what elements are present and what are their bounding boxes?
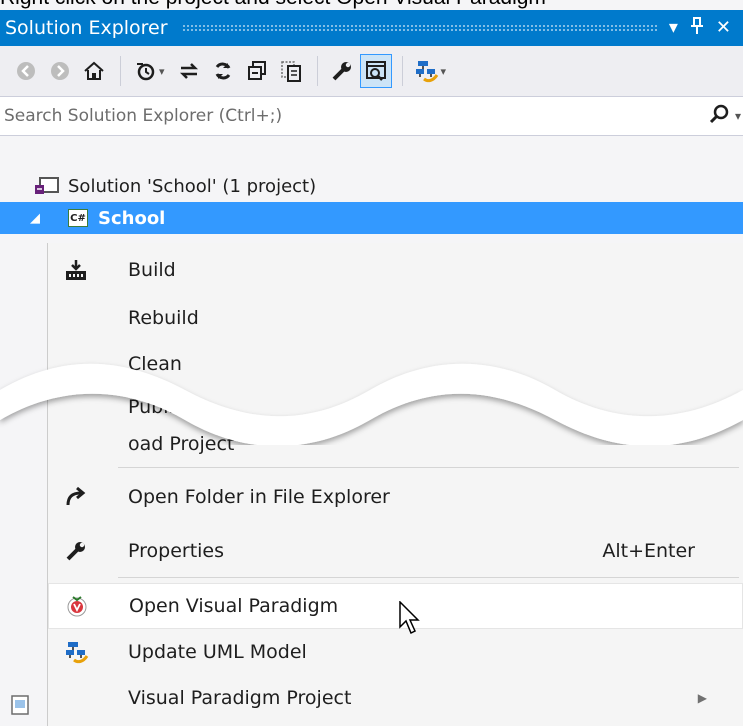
- forward-icon[interactable]: [44, 54, 76, 88]
- tree-item-project-school[interactable]: ◢ C# School: [0, 202, 743, 234]
- toolbar-separator: [401, 56, 403, 86]
- menu-item-update-uml-model[interactable]: Update UML Model: [48, 629, 743, 675]
- submenu-arrow-icon: ▶: [697, 691, 707, 705]
- toolbar-separator: [120, 56, 121, 86]
- context-menu: Build Rebuild Clean Publi oad Project Op…: [47, 243, 743, 726]
- solution-tree: Solution 'School' (1 project) ◢ C# Schoo…: [0, 170, 743, 234]
- sync-icon[interactable]: [173, 54, 205, 88]
- class-diagram-dropdown-icon[interactable]: ▾: [441, 65, 447, 78]
- solution-icon: [34, 176, 60, 196]
- window-position-dropdown-icon[interactable]: ▾: [669, 19, 678, 37]
- menu-item-build[interactable]: Build: [48, 247, 743, 293]
- menu-item-rebuild[interactable]: Rebuild: [48, 295, 743, 341]
- menu-item-open-folder-in-file-explorer[interactable]: Open Folder in File Explorer: [48, 474, 743, 520]
- menu-item-label: Open Folder in File Explorer: [128, 486, 390, 508]
- collapse-all-icon[interactable]: [241, 54, 273, 88]
- visual-paradigm-icon: [65, 594, 105, 618]
- back-icon[interactable]: [10, 54, 42, 88]
- class-diagram-icon[interactable]: [411, 54, 443, 88]
- menu-item-label: Update UML Model: [128, 641, 307, 663]
- menu-separator: [118, 467, 739, 468]
- csharp-project-icon: C#: [68, 209, 88, 227]
- torn-cut-overlay: [0, 363, 743, 445]
- search-icon[interactable]: [709, 103, 731, 129]
- menu-separator: [118, 577, 739, 578]
- menu-item-label: Visual Paradigm Project: [128, 687, 352, 709]
- solution-label: Solution 'School' (1 project): [68, 175, 317, 197]
- expand-collapse-icon[interactable]: ◢: [30, 211, 44, 226]
- pending-changes-dropdown-icon[interactable]: ▾: [159, 65, 165, 78]
- search-input[interactable]: [0, 105, 709, 127]
- open-folder-arrow-icon: [64, 485, 104, 509]
- toolbar-separator: [316, 56, 318, 86]
- solution-explorer-toolbar: ▾ ▾: [0, 46, 743, 96]
- pin-icon[interactable]: [690, 17, 704, 39]
- menu-item-label: Build: [128, 259, 176, 281]
- search-bar: ▾: [0, 96, 743, 136]
- pending-changes-icon[interactable]: [129, 54, 161, 88]
- menu-item-open-visual-paradigm[interactable]: Open Visual Paradigm: [48, 583, 743, 629]
- titlebar-grip[interactable]: [181, 24, 657, 32]
- solution-explorer-titlebar: Solution Explorer ▾ ✕: [0, 10, 743, 46]
- menu-item-label: Properties: [128, 540, 225, 562]
- project-file-icon: [10, 694, 32, 716]
- wrench-icon: [64, 539, 104, 563]
- mouse-cursor-icon: [399, 600, 421, 639]
- menu-item-label: Open Visual Paradigm: [129, 595, 339, 617]
- update-uml-icon: [64, 640, 104, 664]
- home-icon[interactable]: [78, 54, 110, 88]
- properties-wrench-icon[interactable]: [326, 54, 358, 88]
- menu-item-visual-paradigm-project[interactable]: Visual Paradigm Project ▶: [48, 675, 743, 721]
- instruction-text: Right click on the project and select Op…: [0, 0, 546, 10]
- preview-selected-icon[interactable]: [359, 54, 392, 88]
- show-all-files-icon[interactable]: [275, 54, 307, 88]
- menu-item-label: Rebuild: [128, 307, 199, 329]
- build-icon: [64, 258, 104, 282]
- menu-item-shortcut: Alt+Enter: [602, 540, 695, 562]
- panel-title: Solution Explorer: [5, 17, 168, 39]
- tree-item-solution[interactable]: Solution 'School' (1 project): [0, 170, 743, 202]
- project-label: School: [98, 207, 166, 229]
- refresh-icon[interactable]: [207, 54, 239, 88]
- menu-item-properties[interactable]: Properties Alt+Enter: [48, 528, 743, 574]
- close-icon[interactable]: ✕: [716, 19, 731, 37]
- search-options-dropdown-icon[interactable]: ▾: [735, 109, 741, 123]
